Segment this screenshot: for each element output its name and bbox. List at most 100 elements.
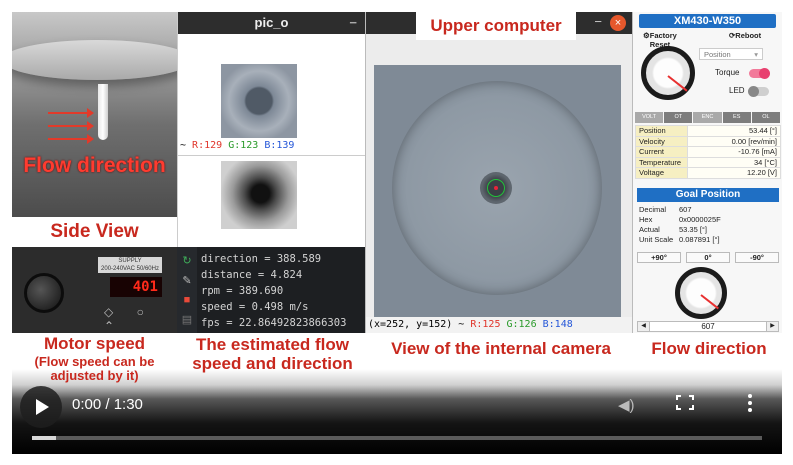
info-key: Temperature [635,156,688,168]
wrench-icon[interactable]: ✎ [177,274,197,287]
goal-values: Decimal 607 Hex 0x0000025F Actual 53.35 [°]… [639,205,721,245]
terminal-line: rpm = 389.690 [201,285,284,297]
rgb-b: B:139 [264,140,295,151]
flow-arrow-icon [48,108,94,118]
error-tab: ENC [693,112,723,123]
dynamixel-panel: XM430-W350 ⚙ Factory Reset ⟳ Reboot Posi… [632,12,782,333]
terminal-line: direction = 388.589 [201,253,322,265]
close-icon[interactable]: × [610,15,626,31]
flow-arrow-icon [48,134,94,144]
error-status-tabs: VOLT OT ENC ES OL [635,112,782,123]
goal-value: 0.087891 [°] [679,235,720,244]
rerun-icon[interactable]: ↻ [177,254,197,267]
model-title: XM430-W350 [639,14,776,28]
torque-label: Torque [715,68,740,77]
table-row: Position 53.44 [°] [635,125,781,137]
progress-fill [32,436,57,440]
dial-needle [667,75,688,92]
goal-row: Unit Scale 0.087891 [°] [639,235,721,245]
goal-value: 607 [679,205,692,214]
info-value: -10.76 [mA] [687,146,781,158]
water-jet [98,84,108,140]
terminal-line: distance = 4.824 [201,269,303,281]
reboot-label: Reboot [735,31,762,40]
led-toggle[interactable] [748,86,769,97]
info-key: Voltage [635,167,688,179]
goal-spinbox[interactable]: ◀ 607 ▶ [637,321,779,332]
preset-plus90-button[interactable]: +90° [637,252,681,263]
terminal-line: speed = 0.498 m/s [201,301,309,313]
upper-computer-label: Upper computer [416,12,576,40]
speed-knob [24,273,64,313]
internal-camera-view[interactable] [374,65,621,317]
pic-window: pic_o − ~ R:129 G:123 B:139 [177,12,366,247]
factory-reset-button[interactable]: ⚙ Factory Reset [643,31,677,49]
table-row: Current -10.76 [mA] [635,146,781,158]
rgb-g: G:123 [228,140,259,151]
pic-window-titlebar: pic_o − [178,12,365,34]
info-value: 0.00 [rev/min] [687,135,781,147]
chevron-left-icon[interactable]: ◀ [638,322,650,331]
video-player[interactable]: Flow direction Side View SUPPLY 200-240V… [12,12,782,454]
tracking-dot [494,186,498,190]
goal-key: Hex [639,215,653,224]
preset-zero-button[interactable]: 0° [686,252,730,263]
player-controls: 0:00 / 1:30 ◀) [12,372,782,454]
minimize-icon[interactable]: − [594,14,602,29]
rgb-prefix: ~ [180,140,193,151]
mode-value: Position [704,50,731,59]
side-view-video: Flow direction [12,12,177,217]
position-dial [641,46,695,100]
terminal-text: direction = 388.589 distance = 4.824 rpm =… [201,251,346,331]
flow-direction-caption: Flow direction [651,339,767,358]
table-row: Temperature 34 [°C] [635,156,781,168]
goal-row: Actual 53.35 [°] [639,225,721,235]
estimated-caption: The estimated flow speed and direction [192,335,353,373]
chevron-right-icon[interactable]: ▶ [766,322,778,331]
flow-direction-overlay: Flow direction [23,154,166,177]
chevron-down-icon: ▾ [754,50,758,59]
info-value: 34 [°C] [687,156,781,168]
more-options-icon[interactable] [748,394,752,412]
table-row: Velocity 0.00 [rev/min] [635,135,781,147]
fullscreen-icon[interactable] [676,395,694,410]
error-tab: VOLT [635,112,665,123]
info-key: Velocity [635,135,688,147]
internal-camera-caption: View of the internal camera [391,339,611,358]
goal-key: Actual [639,225,660,234]
minimize-icon[interactable]: − [349,12,357,34]
preset-minus90-button[interactable]: -90° [735,252,779,263]
time-display: 0:00 / 1:30 [72,396,143,413]
rgb-g: G:126 [506,319,537,330]
pic-window-title: pic_o [254,15,289,30]
goal-key: Decimal [639,205,667,214]
status-table: Position 53.44 [°] Velocity 0.00 [rev/min]… [635,125,781,179]
flow-arrow-icon [48,121,94,131]
volume-icon[interactable]: ◀) [618,396,635,414]
led-label: LED [729,86,745,95]
goal-value: 53.35 [°] [679,225,708,234]
speed-display: 401 [110,277,162,297]
table-row: Voltage 12.20 [V] [635,167,781,179]
dial-needle [700,294,719,310]
layout-icon[interactable]: ▤ [177,313,197,326]
terminal-line: fps = 22.86492823866303 [201,317,347,329]
progress-bar[interactable] [32,436,762,440]
goal-row: Hex 0x0000025F [639,215,721,225]
preset-buttons: +90° 0° -90° [637,252,779,263]
info-key: Current [635,146,688,158]
error-tab: ES [722,112,752,123]
play-button[interactable] [20,386,62,428]
pic-original-image [221,64,297,138]
controller-buttons: ◇ ○ ⌃ [104,305,154,333]
divider [178,155,366,156]
error-tab: OT [664,112,694,123]
goal-dial[interactable] [675,267,727,319]
stop-icon[interactable]: ■ [177,294,197,306]
info-value: 12.20 [V] [687,167,781,179]
reboot-button[interactable]: ⟳ Reboot [729,31,761,40]
side-view-caption: Side View [12,217,177,247]
torque-toggle[interactable] [749,68,770,79]
operating-mode-select[interactable]: Position ▾ [699,48,763,60]
rgb-r: R:125 [470,319,501,330]
